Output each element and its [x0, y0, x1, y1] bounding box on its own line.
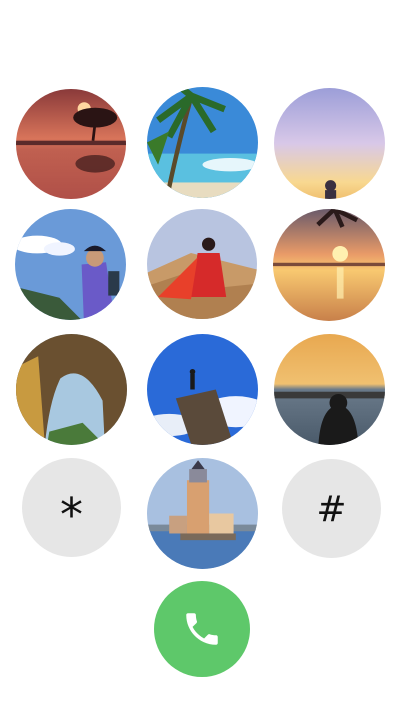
pastel-sky-sunset-photo	[274, 88, 385, 199]
keypad-key-9[interactable]	[274, 334, 385, 445]
star-key[interactable]: *	[22, 458, 121, 557]
person-on-cliff-photo	[147, 334, 258, 445]
hash-symbol: #	[316, 488, 347, 530]
keypad-key-2[interactable]	[147, 87, 258, 198]
woman-at-sea-dusk-photo	[274, 334, 385, 445]
hash-key[interactable]: #	[282, 459, 381, 558]
keypad-key-5[interactable]	[147, 209, 257, 319]
call-button[interactable]	[154, 581, 250, 677]
rock-arch-photo	[16, 334, 127, 445]
keypad-key-7[interactable]	[16, 334, 127, 445]
keypad-key-0[interactable]	[147, 458, 258, 569]
keypad-key-8[interactable]	[147, 334, 258, 445]
hiker-on-mountain-photo	[15, 209, 126, 320]
keypad-key-4[interactable]	[15, 209, 126, 320]
keypad-key-1[interactable]	[16, 89, 126, 199]
sea-sunset-palm-photo	[273, 209, 385, 321]
keypad-key-6[interactable]	[273, 209, 385, 321]
lighthouse-tower-photo	[147, 458, 258, 569]
woman-red-dress-desert-photo	[147, 209, 257, 319]
keypad-key-3[interactable]	[274, 88, 385, 199]
star-symbol: *	[60, 487, 83, 542]
palm-beach-photo	[147, 87, 258, 198]
phone-icon	[186, 613, 218, 645]
lone-tree-sunset-photo	[16, 89, 126, 199]
